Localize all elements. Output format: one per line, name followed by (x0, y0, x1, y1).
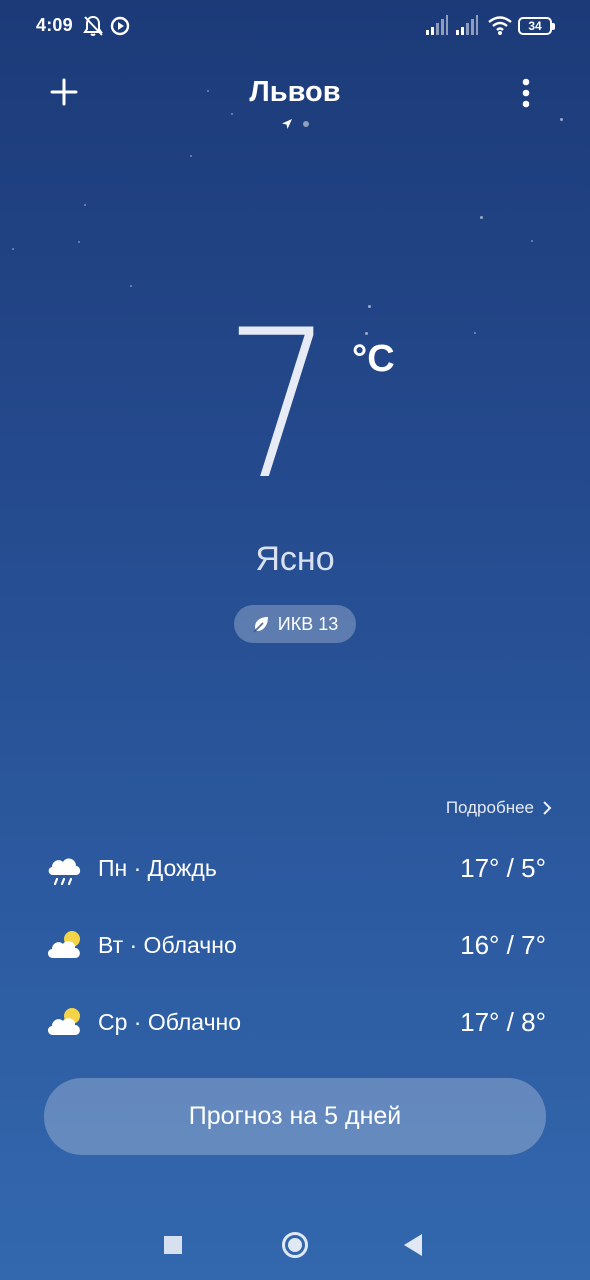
more-vertical-icon (522, 78, 530, 108)
signal-icon (425, 14, 449, 41)
forecast-row-wednesday[interactable]: Ср · Облачно 17° / 8° (44, 984, 546, 1061)
back-triangle-icon[interactable] (404, 1234, 422, 1256)
forecast-day-label: Пн · Дождь (98, 855, 217, 881)
system-navigation-bar (0, 1220, 590, 1270)
forecast-day-label: Вт · Облачно (98, 932, 237, 958)
air-quality-badge[interactable]: ИКВ 13 (234, 605, 356, 643)
current-temperature: 7 °C (0, 304, 590, 518)
rain-cloud-icon (48, 858, 81, 885)
five-day-forecast-button[interactable]: Прогноз на 5 дней (44, 1078, 546, 1155)
details-label: Подробнее (445, 798, 534, 817)
forecast-temp-range: 17° / 8° (460, 1007, 546, 1037)
status-bar: 4:09 34 (0, 0, 590, 54)
aqi-label: ИКВ 13 (277, 613, 339, 634)
page-indicator (0, 118, 590, 130)
forecast-day-label: Ср · Облачно (98, 1009, 242, 1035)
forecast-list: Пн · Дождь 17° / 5° Вт · Облачно 16° / 7… (44, 830, 546, 1061)
signal-icon (455, 14, 479, 41)
battery-icon: 34 (518, 17, 555, 35)
partly-cloudy-icon (47, 1007, 80, 1035)
bell-off-icon (82, 14, 104, 43)
chevron-right-icon (543, 801, 552, 815)
forecast-row-tuesday[interactable]: Вт · Облачно 16° / 7° (44, 907, 546, 984)
record-icon (110, 14, 130, 43)
forecast-row-monday[interactable]: Пн · Дождь 17° / 5° (44, 830, 546, 907)
temperature-value: 7 (225, 287, 332, 525)
partly-cloudy-icon (47, 930, 80, 958)
forecast-temp-range: 17° / 5° (460, 853, 546, 883)
city-name: Львов (249, 76, 341, 108)
current-condition: Ясно (255, 540, 335, 578)
leaf-icon (253, 617, 268, 633)
home-circle-icon[interactable] (282, 1232, 308, 1258)
more-options-button[interactable] (512, 76, 540, 110)
page-dot (303, 121, 309, 127)
header: Львов (0, 60, 590, 140)
temperature-unit: °C (352, 338, 395, 380)
wifi-icon (487, 14, 513, 41)
recents-square-icon[interactable] (164, 1236, 182, 1254)
location-arrow-icon (282, 119, 292, 129)
forecast-temp-range: 16° / 7° (460, 930, 546, 960)
details-link[interactable]: Подробнее (446, 798, 552, 818)
status-time: 4:09 (36, 15, 73, 35)
